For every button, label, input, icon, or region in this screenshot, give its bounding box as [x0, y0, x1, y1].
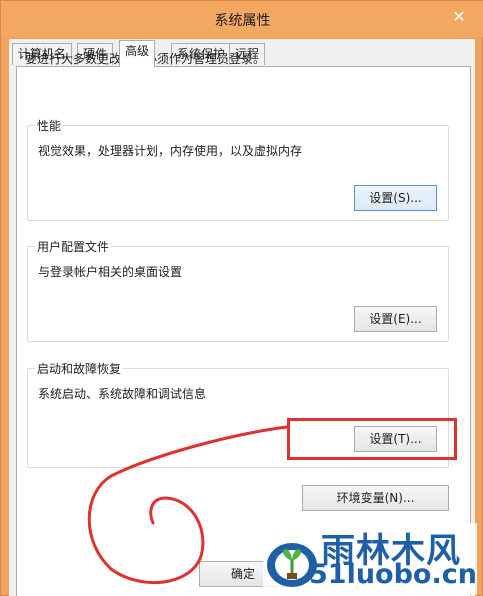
- title-bar[interactable]: 系统属性 ✕: [1, 1, 483, 37]
- user-profiles-settings-button[interactable]: 设置(E)...: [354, 306, 437, 332]
- watermark-bottom-text: 51luobo.cn: [309, 559, 477, 590]
- startup-recovery-legend: 启动和故障恢复: [35, 360, 124, 377]
- window-title: 系统属性: [214, 13, 271, 29]
- system-properties-window: 系统属性 ✕ 计算机名 硬件 高级 系统保护 远程 要进行大多数更改，你必须作为…: [0, 0, 483, 596]
- user-profiles-description: 与登录帐户相关的桌面设置: [38, 265, 183, 279]
- performance-legend: 性能: [35, 117, 64, 134]
- tab-advanced[interactable]: 高级: [119, 40, 156, 67]
- close-icon[interactable]: ✕: [446, 6, 472, 28]
- performance-settings-button[interactable]: 设置(S)...: [354, 185, 437, 211]
- environment-variables-button[interactable]: 环境变量(N)...: [302, 485, 449, 511]
- user-profiles-legend: 用户配置文件: [35, 238, 112, 255]
- red-highlight-annotation: [287, 418, 457, 460]
- startup-recovery-description: 系统启动、系统故障和调试信息: [38, 387, 207, 401]
- watermark: 雨林木风 51luobo.cn: [263, 523, 477, 595]
- performance-description: 视觉效果，处理器计划，内存使用，以及虚拟内存: [38, 144, 303, 158]
